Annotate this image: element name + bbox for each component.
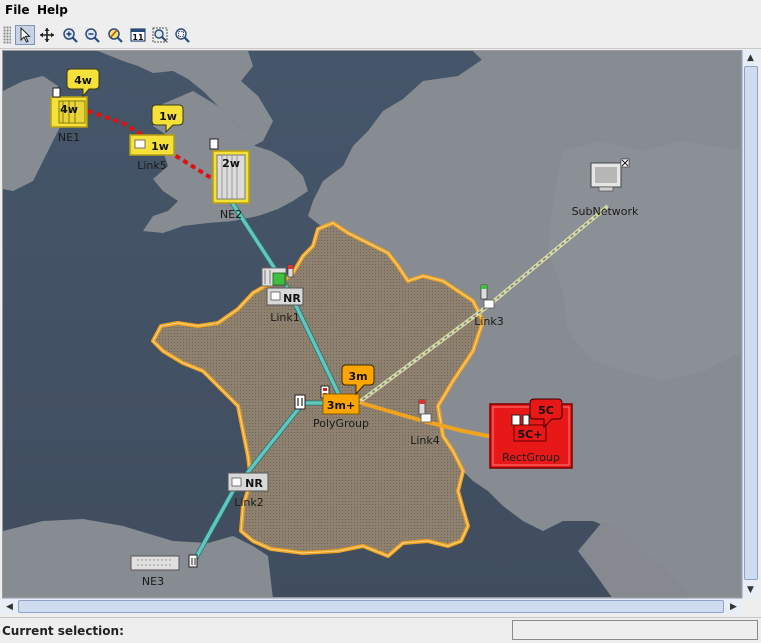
file-menu[interactable]: File (5, 3, 30, 17)
current-selection-field (512, 620, 758, 640)
move-arrows-icon (40, 28, 54, 42)
network-map-canvas[interactable]: 4w NE1 4w 1w Link5 1w 2w NE2 SubNetwork (3, 51, 742, 598)
polygroup-label: PolyGroup (313, 417, 369, 430)
link1-alarm-text: NR (283, 292, 301, 305)
lock-icon (52, 87, 61, 98)
zoom-rect-icon (175, 28, 190, 43)
link2-node[interactable]: NR Link2 (227, 472, 269, 509)
svg-text:4w: 4w (74, 74, 92, 87)
link-icon (134, 139, 146, 149)
fit-to-view-button[interactable] (150, 25, 170, 45)
current-selection-label: Current selection: (2, 624, 124, 638)
zoom-rect-button[interactable] (172, 25, 192, 45)
status-bar: Current selection: (0, 617, 761, 643)
svg-text:11: 11 (132, 33, 144, 42)
zoom-pencil-icon (108, 28, 123, 43)
ne2-label: NE2 (220, 208, 242, 221)
zoom-out-button[interactable] (82, 25, 102, 45)
ne1-label: NE1 (58, 131, 80, 144)
flag-icon (209, 138, 219, 150)
ne1-alarm-text: 4w (60, 103, 78, 116)
arrow-pointer-icon (20, 27, 31, 43)
link2-alarm-text: NR (245, 477, 263, 490)
one-to-one-icon: 11 (130, 28, 146, 42)
rectgroup-label: RectGroup (502, 451, 560, 464)
link-icon (483, 299, 495, 309)
zoom-reset-button[interactable] (105, 25, 125, 45)
rectgroup-alarm-text: 5C+ (518, 428, 543, 441)
toolbar: 11 (0, 22, 761, 49)
link5-label: Link5 (137, 159, 167, 172)
zoom-one-to-one-button[interactable]: 11 (128, 25, 148, 45)
link5-alarm-text: 1w (151, 140, 169, 153)
zoom-fit-icon (152, 27, 168, 43)
polygroup-alarm-text: 3m+ (327, 399, 355, 412)
scroll-left-button[interactable]: ◀ (2, 599, 17, 614)
zoom-in-button[interactable] (60, 25, 80, 45)
link3-label: Link3 (474, 315, 504, 328)
link-icon (231, 477, 242, 487)
svg-text:3m: 3m (348, 370, 367, 383)
toolbar-grip[interactable] (3, 26, 11, 44)
menu-bar: File Help (0, 0, 761, 20)
scroll-right-button[interactable]: ▶ (726, 599, 741, 614)
vertical-scrollbar[interactable]: ▲ ▼ (742, 50, 759, 598)
link2-label: Link2 (234, 496, 264, 509)
network-map-view[interactable]: 4w NE1 4w 1w Link5 1w 2w NE2 SubNetwork (2, 50, 742, 598)
svg-text:1w: 1w (159, 110, 177, 123)
scroll-down-button[interactable]: ▼ (743, 582, 758, 597)
horizontal-scrollbar[interactable]: ◀ ▶ (2, 598, 742, 614)
ne2-alarm-text: 2w (222, 157, 240, 170)
pan-tool-button[interactable] (37, 25, 57, 45)
link4-label: Link4 (410, 434, 440, 447)
subnetwork-label: SubNetwork (572, 205, 639, 218)
link-icon (420, 413, 432, 423)
vertical-scroll-thumb[interactable] (744, 66, 758, 580)
link1-label: Link1 (270, 311, 300, 324)
link-icon (270, 291, 281, 301)
zoom-out-icon (85, 28, 100, 43)
zoom-in-icon (63, 28, 78, 43)
select-tool-button[interactable] (15, 25, 35, 45)
horizontal-scroll-thumb[interactable] (18, 600, 724, 613)
lock-icon (511, 414, 521, 426)
scroll-up-button[interactable]: ▲ (743, 50, 758, 65)
tower-icon (522, 414, 530, 426)
tower-icon (188, 554, 198, 568)
svg-text:5C: 5C (538, 404, 554, 417)
ne3-label: NE3 (142, 575, 164, 588)
link2-junction-icon (294, 394, 306, 410)
help-menu[interactable]: Help (37, 3, 68, 17)
